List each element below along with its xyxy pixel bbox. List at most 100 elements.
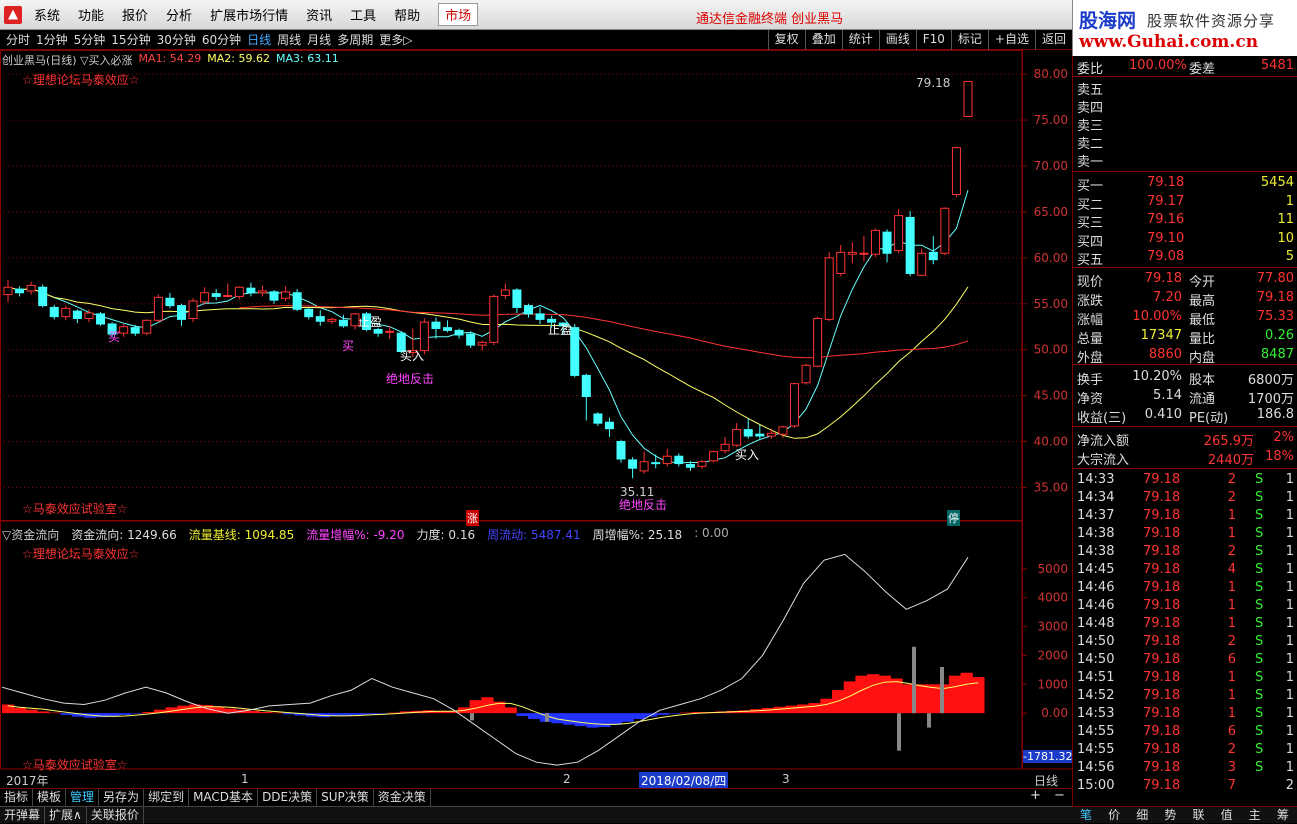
related-quote[interactable]: 关联报价	[87, 807, 144, 824]
tick-volume: 2	[1227, 490, 1236, 505]
tab-manage[interactable]: 管理	[66, 789, 100, 806]
danmaku-toggle[interactable]: 开弹幕	[0, 807, 46, 824]
period-multi[interactable]: 多周期	[337, 31, 373, 48]
tab-price[interactable]: 价	[1100, 807, 1128, 823]
draw-button[interactable]: 画线	[878, 30, 916, 50]
menu-help[interactable]: 帮助	[394, 5, 420, 24]
chart-area[interactable]: 80.00 75.00 70.00 65.00 60.00 55.00 50.00 45.00…	[0, 50, 1072, 820]
tick-volume: 6	[1227, 652, 1236, 667]
bid-price: 79.16	[1147, 212, 1185, 227]
bid-label: 买二	[1077, 197, 1104, 213]
tick-row: 15:00 79.18 7 2	[1073, 777, 1297, 795]
tick-time: 14:53	[1077, 706, 1115, 721]
window-title: 通达信金融终端 创业黑马	[696, 12, 844, 27]
brand-banner[interactable]: 股海网 股票软件资源分享 www.Guhai.com.cn	[1072, 0, 1297, 56]
menu-market[interactable]: 市场	[438, 3, 479, 26]
stat-value: 8487	[1260, 347, 1294, 362]
back-button[interactable]: 返回	[1034, 30, 1072, 50]
tab-main[interactable]: 主	[1241, 807, 1269, 823]
stat-value: 8860	[1148, 347, 1182, 362]
tab-sup[interactable]: SUP决策	[317, 789, 374, 806]
menu-system[interactable]: 系统	[34, 5, 60, 24]
stat-row: 涨跌 7.20 最高 79.18	[1073, 289, 1297, 309]
flow-axis-label: 1000	[1037, 677, 1068, 691]
period-5min[interactable]: 5分钟	[74, 31, 106, 48]
kline-svg[interactable]: 80.00 75.00 70.00 65.00 60.00 55.00 50.00 45.00…	[0, 50, 1072, 820]
tab-fund[interactable]: 资金决策	[374, 789, 431, 806]
flow-bar	[37, 711, 50, 714]
expand-toggle[interactable]: 扩展∧	[45, 807, 87, 824]
mark-button[interactable]: 标记	[950, 30, 988, 50]
bid-row: 买一 79.18 5454	[1073, 174, 1297, 194]
f10-button[interactable]: F10	[915, 30, 951, 50]
add-watchlist-button[interactable]: +自选	[987, 30, 1035, 50]
price-axis-label: 40.00	[1034, 435, 1068, 449]
price-axis-label: 75.00	[1034, 113, 1068, 127]
menu-quote[interactable]: 报价	[122, 5, 148, 24]
sub-chart-title[interactable]: ▽资金流向	[2, 526, 59, 543]
fundamental-value: 186.8	[1256, 407, 1294, 422]
axis-period-label[interactable]: 日线	[1034, 772, 1058, 789]
tick-price: 79.18	[1143, 508, 1181, 523]
period-30min[interactable]: 30分钟	[157, 31, 196, 48]
stat-value: 7.20	[1153, 290, 1182, 305]
tab-bind-to[interactable]: 绑定到	[144, 789, 190, 806]
zoom-in-icon[interactable]: +	[1030, 788, 1041, 803]
candle-body	[223, 295, 233, 298]
tick-volume: 1	[1227, 670, 1236, 685]
candle-body	[234, 286, 244, 297]
tab-value[interactable]: 值	[1213, 807, 1241, 823]
fundamental-value: 5.14	[1153, 388, 1182, 403]
tab-detail[interactable]: 细	[1128, 807, 1156, 823]
candle-body	[778, 426, 788, 435]
tab-chips[interactable]: 筹	[1269, 807, 1297, 823]
tab-trades[interactable]: 笔	[1072, 807, 1100, 823]
menu-function[interactable]: 功能	[78, 5, 104, 24]
zoom-out-icon[interactable]: −	[1054, 788, 1065, 803]
candle-body	[535, 313, 545, 320]
period-more[interactable]: 更多▷	[379, 31, 412, 48]
tab-save-as[interactable]: 另存为	[99, 789, 145, 806]
period-15min[interactable]: 15分钟	[111, 31, 150, 48]
bid-row: 买二 79.17 1	[1073, 193, 1297, 213]
tick-count: 1	[1285, 742, 1294, 757]
stat-row: 总量 17347 量比 0.26	[1073, 327, 1297, 347]
tick-price: 79.18	[1143, 634, 1181, 649]
period-1min[interactable]: 1分钟	[36, 31, 68, 48]
tick-volume: 2	[1227, 544, 1236, 559]
tab-indicator[interactable]: 指标	[0, 789, 34, 806]
period-tick[interactable]: 分时	[6, 31, 30, 48]
flow-row: 净流入额 265.9万 2%	[1073, 429, 1297, 449]
period-60min[interactable]: 60分钟	[202, 31, 241, 48]
tick-count: 1	[1285, 670, 1294, 685]
tick-row: 14:45 79.18 4 S 1	[1073, 561, 1297, 579]
menu-news[interactable]: 资讯	[306, 5, 332, 24]
tick-row: 14:37 79.18 1 S 1	[1073, 507, 1297, 525]
candle-body	[431, 321, 441, 330]
flow-axis-label: 2000	[1037, 648, 1068, 662]
fundamental-label: 流通	[1189, 392, 1216, 407]
stats-button[interactable]: 统计	[841, 30, 879, 50]
candle-body	[188, 300, 198, 319]
tab-dde[interactable]: DDE决策	[258, 789, 318, 806]
menu-tools[interactable]: 工具	[350, 5, 376, 24]
tick-price: 79.18	[1143, 688, 1181, 703]
menu-ext-market[interactable]: 扩展市场行情	[210, 5, 288, 24]
period-daily[interactable]: 日线	[247, 31, 271, 48]
candle-body	[697, 461, 707, 467]
flow-bar	[574, 713, 588, 727]
period-weekly[interactable]: 周线	[277, 31, 301, 48]
candle-body	[581, 374, 591, 398]
bid-label: 买三	[1077, 216, 1104, 231]
tab-related[interactable]: 联	[1185, 807, 1213, 823]
tick-row: 14:52 79.18 1 S 1	[1073, 687, 1297, 705]
period-monthly[interactable]: 月线	[307, 31, 331, 48]
tab-macd[interactable]: MACD基本	[189, 789, 259, 806]
candle-body	[304, 308, 314, 318]
adjust-button[interactable]: 复权	[767, 30, 805, 50]
overlay-button[interactable]: 叠加	[804, 30, 842, 50]
tab-template[interactable]: 模板	[33, 789, 67, 806]
menu-analysis[interactable]: 分析	[166, 5, 192, 24]
ask-row: 卖四	[1073, 96, 1297, 116]
tab-trend[interactable]: 势	[1156, 807, 1184, 823]
